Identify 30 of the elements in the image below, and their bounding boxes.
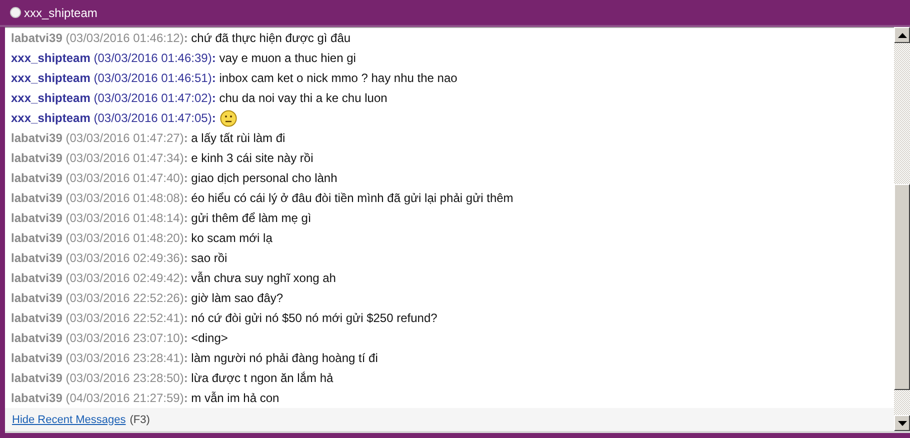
chat-message: xxx_shipteam (03/03/2016 01:46:51): inbox cam ket o nick mmo ? hay nhu the nao (11, 71, 458, 85)
up-arrow-icon (898, 32, 906, 38)
scrollbar[interactable] (894, 27, 910, 431)
chat-message: labatvi39 (03/03/2016 01:48:08): éo hiểu có cái lý ở đâu đòi tiền mình đã gửi lại phải gửi thêm (11, 191, 514, 205)
chat-message: labatvi39 (03/03/2016 23:28:50): lừa được t ngon ăn lắm hả (11, 371, 334, 385)
chat-message: labatvi39 (03/03/2016 02:49:36): sao rồi (11, 251, 228, 265)
scroll-up-button[interactable] (894, 27, 910, 43)
chat-message: labatvi39 (03/03/2016 01:47:27): a lấy tất rùi làm đi (11, 131, 286, 145)
neutral-face-icon (220, 110, 237, 126)
down-arrow-icon (898, 420, 906, 426)
chat-message: xxx_shipteam (03/03/2016 01:46:39): vay e muon a thuc hien gi (11, 51, 356, 65)
shortcut-hint: (F3) (130, 414, 150, 426)
chat-message: labatvi39 (03/03/2016 01:48:20): ko scam mới lạ (11, 231, 272, 245)
chat-message: xxx_shipteam (03/03/2016 01:47:02): chu da noi vay thi a ke chu luon (11, 91, 388, 105)
chat-message: labatvi39 (03/03/2016 23:28:41): làm người nó phải đàng hoàng tí đi (11, 351, 378, 365)
message-header: xxx_shipteam (03/03/2016 01:47:05): (11, 111, 216, 125)
scroll-thumb[interactable] (894, 184, 910, 390)
chat-message: labatvi39 (03/03/2016 01:48:14): gửi thêm để làm mẹ gì (11, 211, 312, 225)
chat-message: labatvi39 (03/03/2016 22:52:26): giờ làm sao đây? (11, 291, 284, 305)
window-title: xxx_shipteam (24, 6, 98, 20)
chat-message: labatvi39 (04/03/2016 21:27:59): m vẫn im hả con (11, 391, 280, 405)
chat-message: labatvi39 (03/03/2016 02:49:42): vẫn chưa suy nghĩ xong ah (11, 271, 336, 285)
scroll-down-button[interactable] (894, 415, 910, 431)
chat-message: labatvi39 (03/03/2016 01:47:40): giao dịch personal cho lành (11, 171, 338, 185)
chat-message: labatvi39 (03/03/2016 01:46:12): chứ đã thực hiện được gì đâu (11, 31, 351, 45)
chat-message: labatvi39 (03/03/2016 01:47:34): e kinh 3 cái site này rồi (11, 151, 314, 165)
chat-message: labatvi39 (03/03/2016 23:07:10): <ding> (11, 331, 228, 345)
status-icon (10, 7, 21, 18)
hide-messages-link[interactable]: Hide Recent Messages (12, 414, 126, 426)
chat-message: labatvi39 (03/03/2016 22:52:41): nó cứ đòi gửi nó $50 nó mới gửi $250 refund? (11, 311, 438, 325)
